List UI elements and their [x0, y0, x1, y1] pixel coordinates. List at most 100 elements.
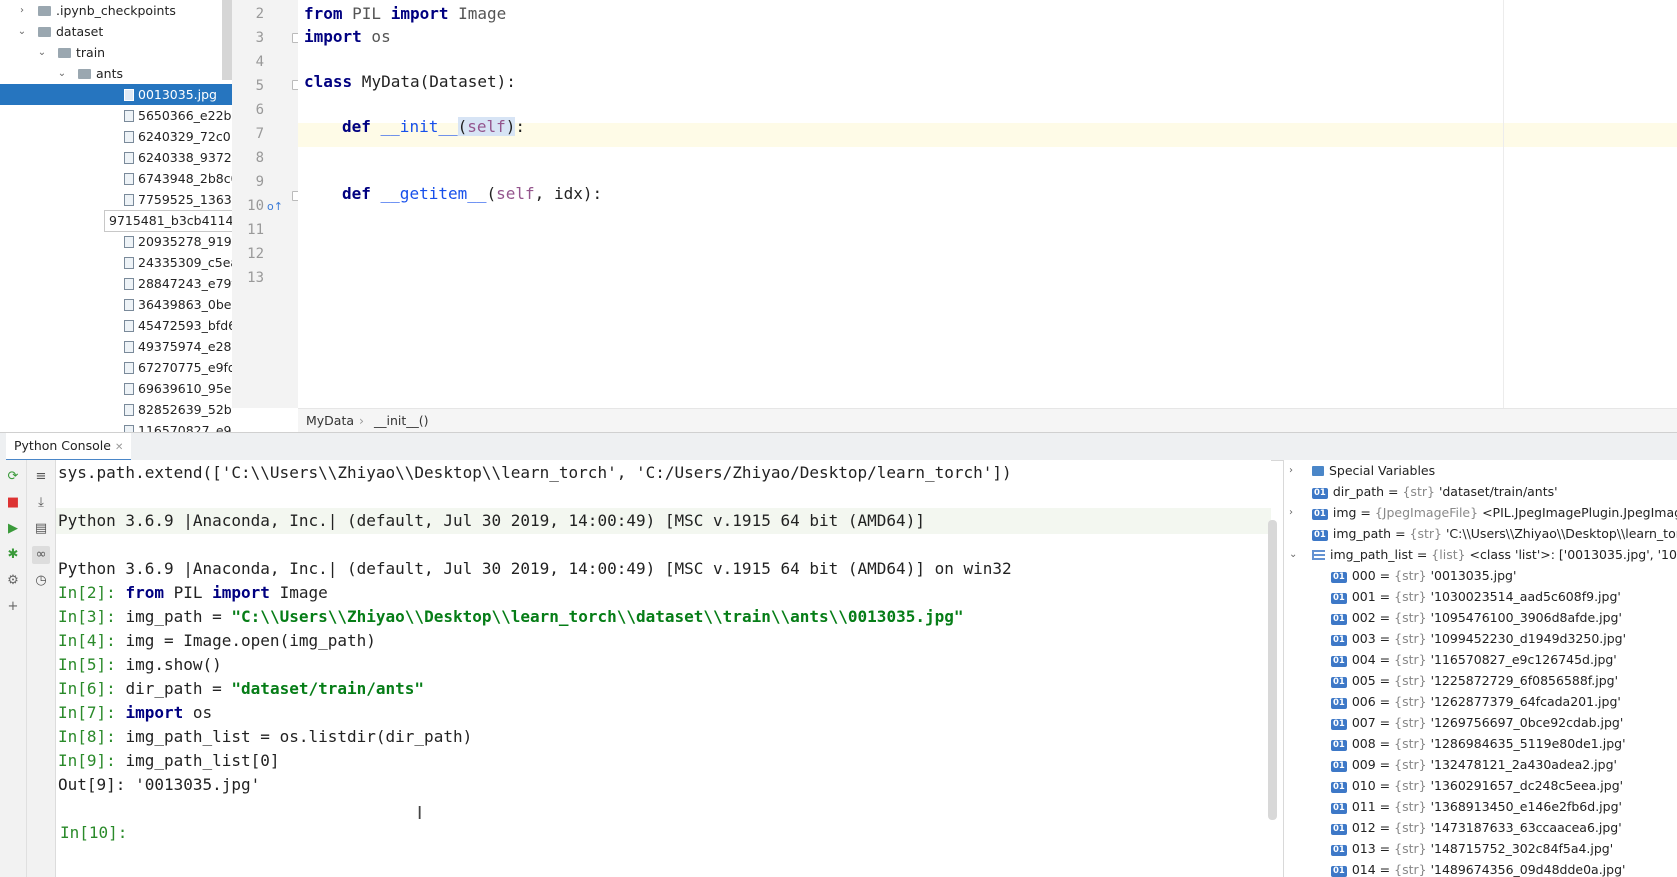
tree-folder[interactable]: ⌄ dataset: [0, 21, 232, 42]
variable-img-path[interactable]: 01 img_path = {str} 'C:\\Users\\Zhiyao\\D…: [1312, 523, 1677, 544]
tree-item-label: ants: [96, 66, 123, 81]
list-item[interactable]: 01 000 = {str} '0013035.jpg': [1331, 565, 1516, 586]
scroll-to-end-icon[interactable]: ⤓: [32, 494, 50, 512]
editor-gutter: 2 3 4 5 6 7 8 9 10 11 12 13: [232, 0, 302, 408]
object-type-icon: 01: [1312, 509, 1328, 520]
tree-scrollbar[interactable]: [222, 0, 232, 80]
list-item-index: 006 =: [1351, 694, 1395, 709]
list-item[interactable]: 01 003 = {str} '1099452230_d1949d3250.jpg…: [1331, 628, 1626, 649]
list-item[interactable]: 01 002 = {str} '1095476100_3906d8afde.jpg…: [1331, 607, 1622, 628]
code-line-10: def __getitem__(self, idx):: [342, 184, 603, 203]
list-item-type: {str}: [1394, 715, 1431, 730]
tree-file[interactable]: 0013035.jpg: [0, 84, 232, 105]
console-scrollbar[interactable]: [1268, 520, 1277, 820]
list-item[interactable]: 01 010 = {str} '1360291657_dc248c5eea.jpg…: [1331, 775, 1623, 796]
image-file-icon: [124, 152, 134, 164]
console-current-prompt[interactable]: In[10]:: [60, 823, 127, 842]
list-item-type: {str}: [1394, 694, 1431, 709]
execute-icon[interactable]: ▶: [4, 520, 22, 538]
list-item-type: {str}: [1394, 652, 1431, 667]
list-item[interactable]: 01 005 = {str} '1225872729_6f0856588f.jpg…: [1331, 670, 1618, 691]
rerun-icon[interactable]: ⟳: [4, 468, 22, 486]
tree-file[interactable]: 69639610_95e0de1: [0, 378, 232, 399]
code-line-2: from PIL import Image: [304, 4, 507, 23]
code-line-7: def __init__(self):: [342, 117, 526, 136]
breadcrumb-class[interactable]: MyData: [306, 409, 354, 433]
image-file-icon: [124, 110, 134, 122]
str-type-icon: 01: [1331, 866, 1347, 877]
tree-file[interactable]: 24335309_c5ea483b: [0, 252, 232, 273]
chevron-down-icon[interactable]: ⌄: [1289, 544, 1299, 565]
tree-file[interactable]: 7759525_1363d24e: [0, 189, 232, 210]
soft-wrap-icon[interactable]: ≡: [32, 468, 50, 486]
tree-file[interactable]: 45472593_bfd624f8: [0, 315, 232, 336]
tree-file[interactable]: 6743948_2b8c096dc: [0, 168, 232, 189]
chevron-right-icon[interactable]: ›: [1289, 460, 1299, 481]
debug-icon[interactable]: ✱: [4, 546, 22, 564]
chevron-right-icon[interactable]: ›: [1289, 502, 1299, 523]
chevron-down-icon[interactable]: ⌄: [56, 63, 68, 84]
list-item[interactable]: 01 006 = {str} '1262877379_64fcada201.jpg…: [1331, 691, 1621, 712]
variables-panel[interactable]: › Special Variables 01 dir_path = {str} '…: [1283, 460, 1677, 877]
list-item[interactable]: 01 009 = {str} '132478121_2a430adea2.jpg': [1331, 754, 1617, 775]
list-item[interactable]: 01 001 = {str} '1030023514_aad5c608f9.jpg…: [1331, 586, 1621, 607]
chevron-right-icon[interactable]: ›: [16, 0, 28, 21]
code-editor[interactable]: from PIL import Image import os class My…: [298, 0, 1677, 408]
tree-folder[interactable]: › .ipynb_checkpoints: [0, 0, 232, 21]
tree-folder[interactable]: ⌄ train: [0, 42, 232, 63]
tree-file[interactable]: 5650366_e22b7e10: [0, 105, 232, 126]
print-icon[interactable]: ▤: [32, 520, 50, 538]
tree-file[interactable]: 6240329_72c01e663: [0, 126, 232, 147]
tree-file[interactable]: 49375974_e28ba6f1: [0, 336, 232, 357]
add-console-icon[interactable]: +: [4, 598, 22, 616]
list-item-index: 001 =: [1351, 589, 1395, 604]
list-item-type: {str}: [1394, 757, 1431, 772]
list-item[interactable]: 01 012 = {str} '1473187633_63ccaacea6.jpg…: [1331, 817, 1622, 838]
chevron-down-icon[interactable]: ⌄: [16, 21, 28, 42]
tree-file[interactable]: 67270775_e9fdf77e: [0, 357, 232, 378]
tree-item-label: 67270775_e9fdf77e: [138, 360, 232, 375]
code-line-5: class MyData(Dataset):: [304, 72, 516, 91]
tree-file[interactable]: 28847243_e79fe052: [0, 273, 232, 294]
list-item-value: '1489674356_09d48dde0a.jpg': [1430, 862, 1626, 877]
tree-item-label: 116570827_e9c1267: [138, 423, 232, 432]
console-view-toolbar: ≡ ⤓ ▤ ∞ ◷: [27, 460, 56, 877]
tree-item-label: 5650366_e22b7e10: [138, 108, 232, 123]
list-item[interactable]: 01 008 = {str} '1286984635_5119e80de1.jpg…: [1331, 733, 1626, 754]
console-tool-window-bar: Python Console ✕: [0, 432, 1677, 461]
image-file-icon: [124, 383, 134, 395]
list-item[interactable]: 01 007 = {str} '1269756697_0bce92cdab.jpg…: [1331, 712, 1623, 733]
tree-file[interactable]: 20935278_9190345f: [0, 231, 232, 252]
console-line-banner: Python 3.6.9 |Anaconda, Inc.| (default, …: [58, 511, 925, 530]
tree-folder[interactable]: ⌄ ants: [0, 63, 232, 84]
tab-python-console[interactable]: Python Console ✕: [6, 433, 132, 461]
image-file-icon: [124, 278, 134, 290]
list-item-value: '1473187633_63ccaacea6.jpg': [1430, 820, 1622, 835]
breadcrumb-method[interactable]: __init__(): [374, 409, 429, 433]
list-item[interactable]: 01 014 = {str} '1489674356_09d48dde0a.jpg…: [1331, 859, 1625, 877]
stop-icon[interactable]: ■: [4, 494, 22, 512]
history-clock-icon[interactable]: ◷: [32, 572, 50, 590]
close-icon[interactable]: ✕: [115, 442, 123, 453]
list-item[interactable]: 01 013 = {str} '148715752_302c84f5a4.jpg': [1331, 838, 1613, 859]
console-input-8: In[8]: img_path_list = os.listdir(dir_pa…: [58, 727, 473, 746]
chevron-down-icon[interactable]: ⌄: [36, 42, 48, 63]
list-item-index: 008 =: [1351, 736, 1395, 751]
line-number: 7: [255, 126, 264, 142]
tree-file[interactable]: 116570827_e9c1267: [0, 420, 232, 432]
tree-file[interactable]: 6240338_93729615e: [0, 147, 232, 168]
override-method-icon[interactable]: o↑: [267, 200, 283, 213]
list-item-type: {str}: [1394, 589, 1431, 604]
list-item-index: 009 =: [1351, 757, 1395, 772]
tree-file[interactable]: 36439863_0bec9f55: [0, 294, 232, 315]
str-type-icon: 01: [1331, 635, 1347, 646]
list-item-value: '1286984635_5119e80de1.jpg': [1430, 736, 1626, 751]
console-output[interactable]: sys.path.extend(['C:\\Users\\Zhiyao\\Des…: [56, 460, 1271, 877]
list-item[interactable]: 01 011 = {str} '1368913450_e146e2fb6d.jpg…: [1331, 796, 1622, 817]
image-file-icon: [124, 257, 134, 269]
list-item[interactable]: 01 004 = {str} '116570827_e9c126745d.jpg': [1331, 649, 1617, 670]
settings-gear-icon[interactable]: ⚙: [4, 572, 22, 590]
tree-file[interactable]: 82852639_52b7f7f5: [0, 399, 232, 420]
show-variables-icon[interactable]: ∞: [32, 546, 50, 564]
variable-dir-path[interactable]: 01 dir_path = {str} 'dataset/train/ants': [1312, 481, 1558, 502]
